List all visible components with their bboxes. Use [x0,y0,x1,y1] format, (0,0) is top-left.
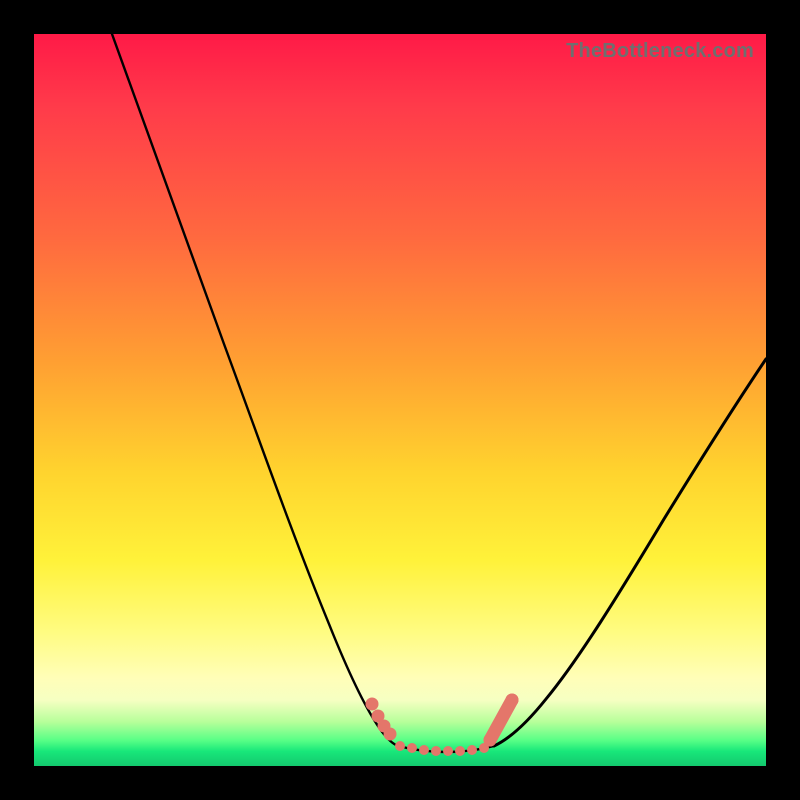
marker-dot [395,741,405,751]
left-curve [112,34,398,746]
marker-capsule [490,700,512,740]
right-curve [494,359,766,746]
chart-frame: TheBottleneck.com [0,0,800,800]
marker-dot [419,745,429,755]
marker-dot [431,746,441,756]
marker-dot [407,743,417,753]
curve-layer [34,34,766,766]
marker-dot [455,746,465,756]
marker-dot [384,728,397,741]
marker-dot [467,745,477,755]
marker-dot [443,746,453,756]
marker-dot [366,698,379,711]
plot-gradient-background: TheBottleneck.com [34,34,766,766]
marker-dot [506,694,519,707]
marker-dot [484,734,497,747]
